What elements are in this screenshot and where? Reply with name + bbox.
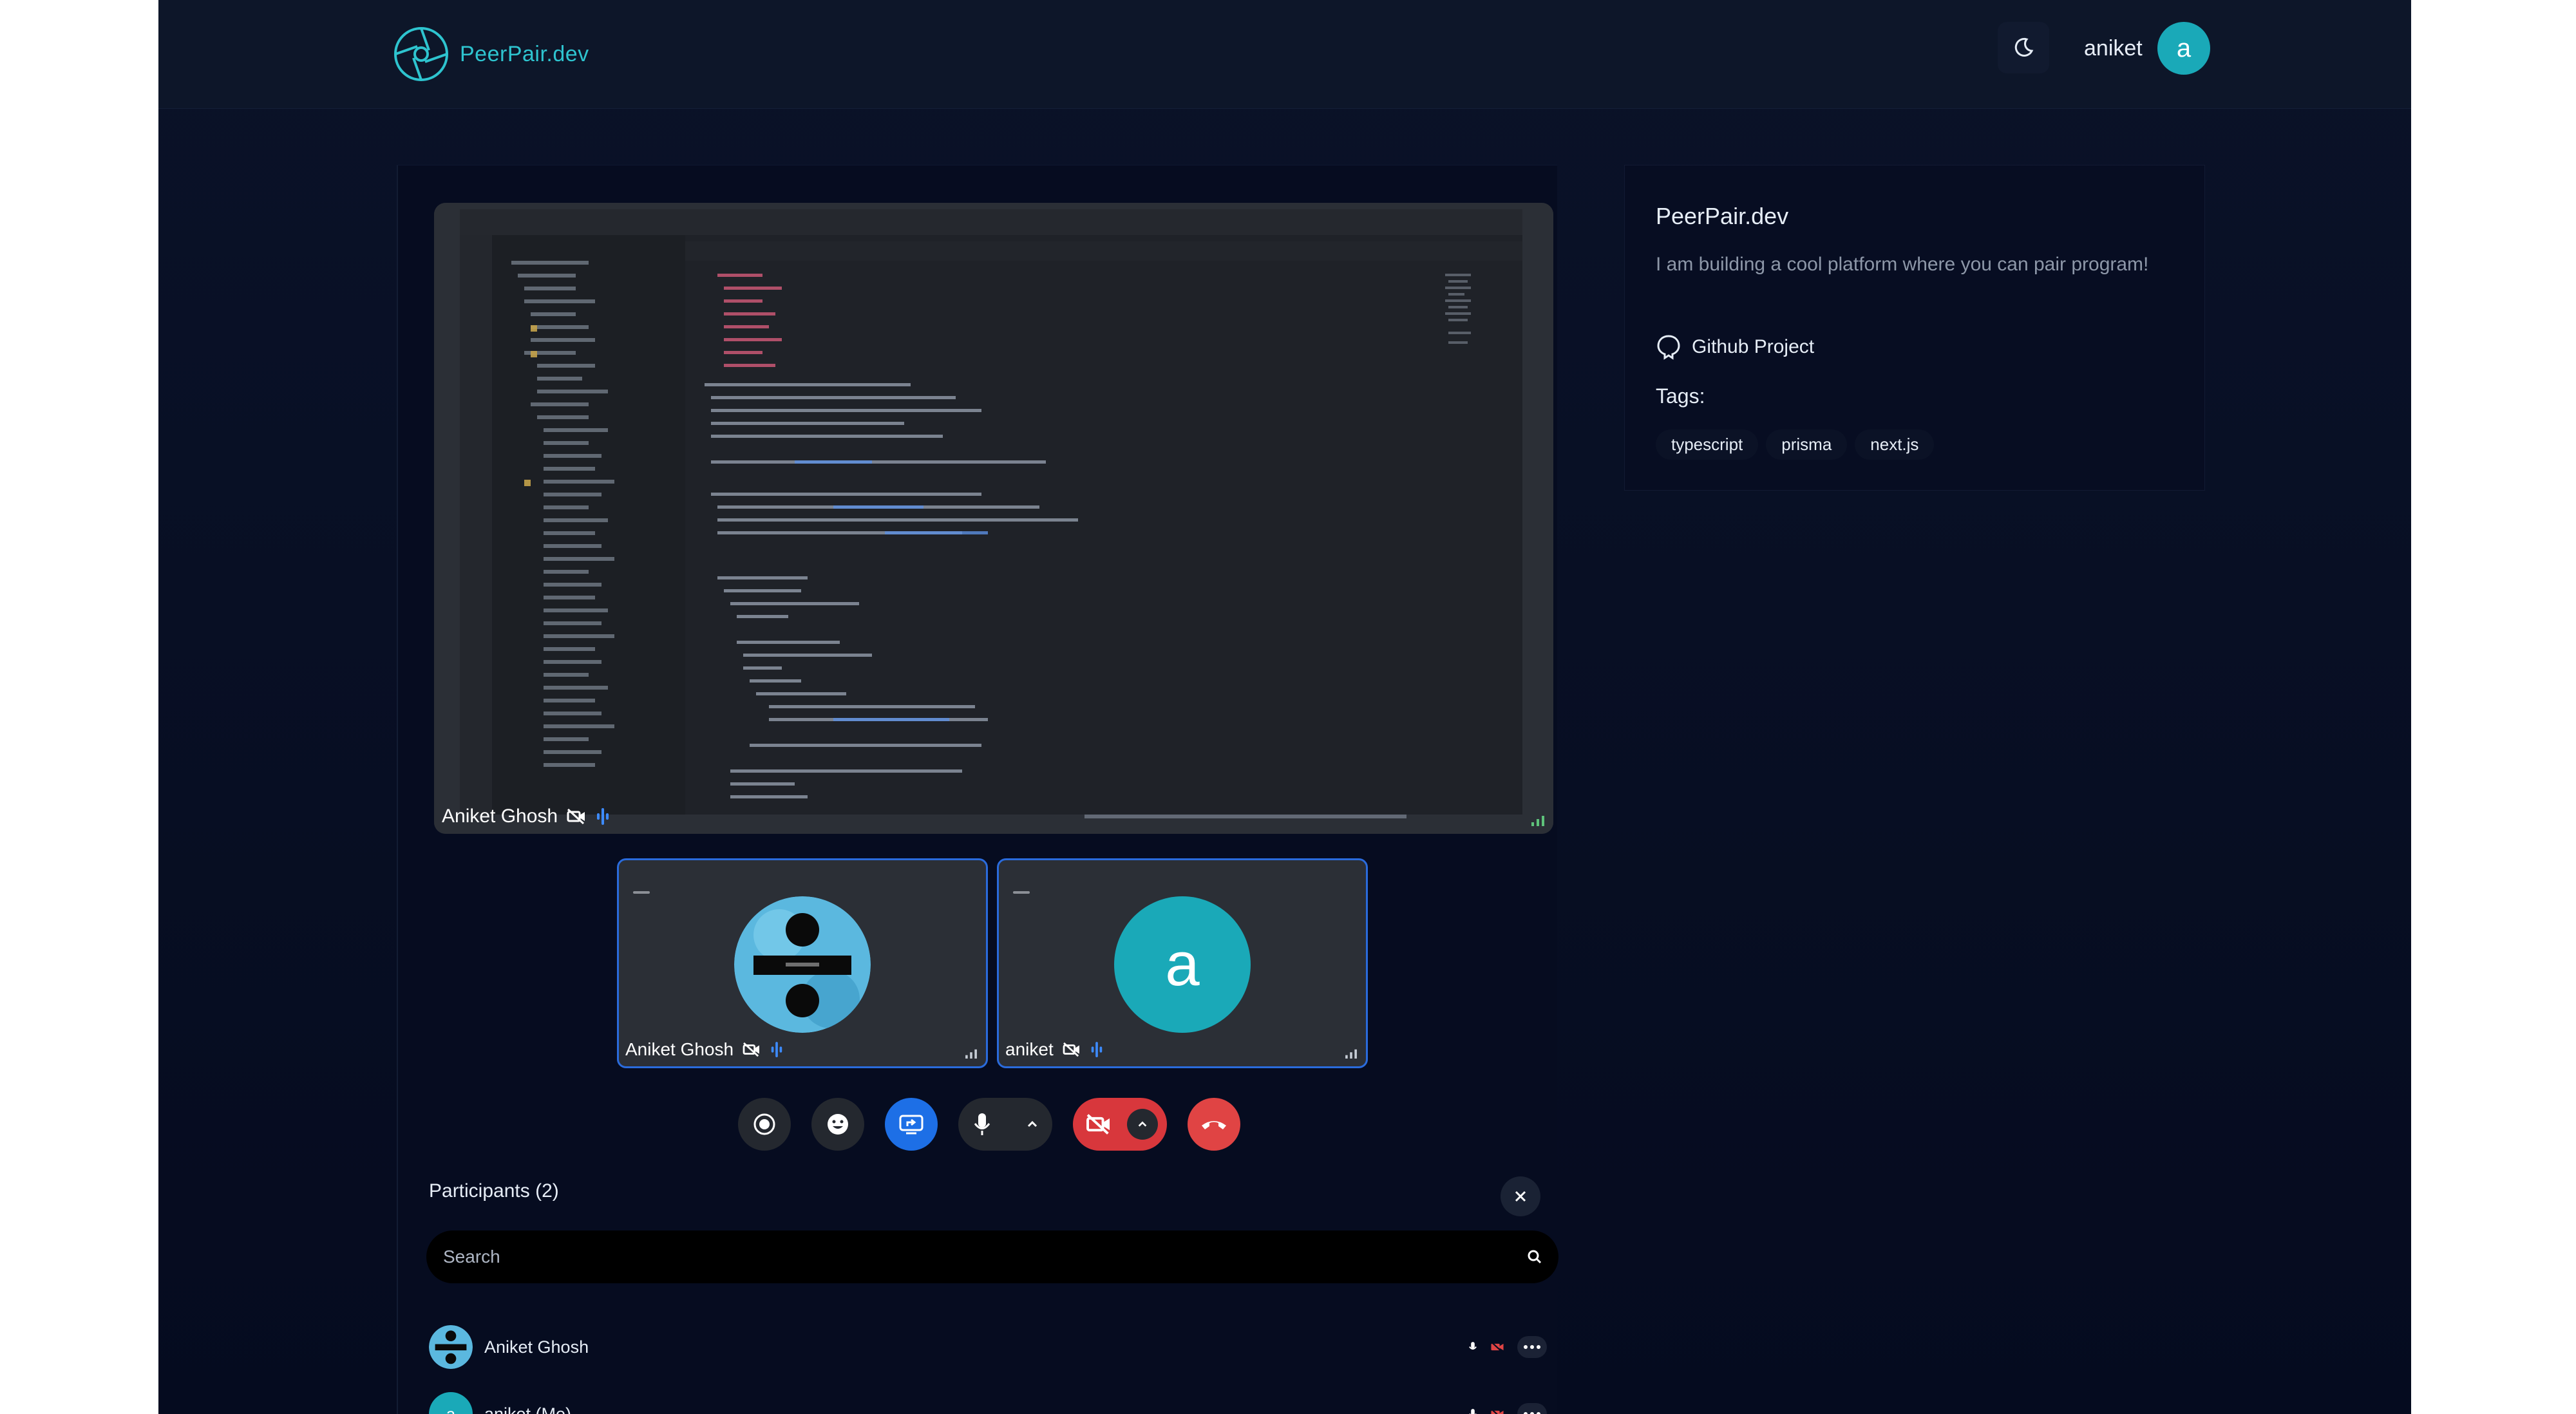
project-title: PeerPair.dev xyxy=(1656,203,1789,229)
participant-name: Aniket Ghosh xyxy=(625,1039,734,1059)
participant-more-button[interactable] xyxy=(1517,1403,1547,1414)
participant-actions xyxy=(1468,1336,1547,1358)
screen-share-video[interactable]: Aniket Ghosh xyxy=(434,203,1553,834)
participant-more-button[interactable] xyxy=(1517,1336,1547,1358)
audio-wave-icon xyxy=(597,808,609,825)
tile-menu-dot xyxy=(633,891,650,894)
github-icon xyxy=(1657,335,1680,360)
microphone-icon xyxy=(1469,1409,1477,1414)
signal-strength-icon xyxy=(1345,1049,1357,1059)
user-avatar[interactable]: a xyxy=(2157,22,2210,75)
signal-strength-icon xyxy=(965,1049,977,1059)
camera-off-icon xyxy=(743,1042,760,1057)
camera-off-icon xyxy=(1086,1114,1110,1135)
participant-list-item[interactable]: Aniket Ghosh xyxy=(429,1324,1552,1370)
camera-options-button[interactable] xyxy=(1127,1109,1158,1140)
moon-icon xyxy=(2014,37,2034,57)
camera-off-icon xyxy=(1490,1408,1504,1414)
tile-label: Aniket Ghosh xyxy=(625,1039,784,1060)
close-participants-button[interactable] xyxy=(1501,1176,1540,1216)
record-button[interactable] xyxy=(738,1098,791,1151)
participant-tiles: Aniket Ghosh a aniket xyxy=(617,858,1368,1068)
chevron-up-icon xyxy=(1138,1121,1147,1127)
participant-tile[interactable]: Aniket Ghosh xyxy=(617,858,988,1068)
tag-badge[interactable]: prisma xyxy=(1766,429,1848,460)
screen-share-label: Aniket Ghosh xyxy=(442,806,611,827)
camera-off-icon xyxy=(1063,1042,1079,1057)
camera-off-icon xyxy=(1490,1341,1504,1353)
microphone-icon xyxy=(1469,1342,1477,1350)
shared-code-editor-image xyxy=(434,203,1553,834)
top-navbar: PeerPair.dev aniket a xyxy=(158,0,2411,109)
project-info-card: PeerPair.dev I am building a cool platfo… xyxy=(1624,165,2205,491)
brand-name: PeerPair.dev xyxy=(460,41,589,66)
more-icon xyxy=(1524,1345,1540,1349)
emoji-icon xyxy=(828,1114,848,1135)
tile-menu-dot xyxy=(1013,891,1030,894)
leave-call-button[interactable] xyxy=(1188,1098,1240,1151)
tag-list: typescript prisma next.js xyxy=(1656,429,1935,460)
participant-avatar xyxy=(429,1325,473,1369)
camera-off-icon xyxy=(567,808,585,825)
github-project-link[interactable]: Github Project xyxy=(1656,334,1814,360)
participant-list-item[interactable]: a aniket (Me) xyxy=(429,1391,1552,1414)
reactions-button[interactable] xyxy=(811,1098,864,1151)
divide-artwork-avatar xyxy=(734,896,871,1033)
participants-heading: Participants (2) xyxy=(429,1180,559,1202)
participant-name: aniket (Me) xyxy=(484,1404,572,1414)
aperture-logo-icon xyxy=(394,27,448,81)
signal-strength-icon xyxy=(1531,816,1544,826)
search-icon[interactable] xyxy=(1526,1249,1543,1265)
participant-name: Aniket Ghosh xyxy=(484,1337,589,1357)
call-controls xyxy=(738,1098,1261,1151)
project-description: I am building a cool platform where you … xyxy=(1656,254,2149,275)
presenter-name: Aniket Ghosh xyxy=(442,806,558,827)
screen-share-icon xyxy=(899,1115,923,1135)
record-icon xyxy=(753,1113,775,1135)
audio-wave-icon xyxy=(1091,1042,1102,1057)
tile-label: aniket xyxy=(1005,1039,1104,1060)
participant-name: aniket xyxy=(1005,1039,1054,1059)
participant-avatar xyxy=(734,896,871,1033)
participant-avatar: a xyxy=(429,1392,473,1414)
close-icon xyxy=(1515,1191,1526,1202)
participant-actions xyxy=(1468,1403,1547,1414)
brand-logo[interactable]: PeerPair.dev xyxy=(392,24,589,84)
screen-share-button[interactable] xyxy=(885,1098,938,1151)
hang-up-icon xyxy=(1202,1121,1226,1129)
participant-tile[interactable]: a aniket xyxy=(997,858,1368,1068)
theme-toggle-button[interactable] xyxy=(1998,22,2049,73)
microphone-button[interactable] xyxy=(958,1098,1052,1151)
camera-toggle-button[interactable] xyxy=(1073,1098,1167,1151)
chevron-up-icon[interactable] xyxy=(1027,1120,1038,1128)
audio-wave-icon xyxy=(771,1042,782,1057)
microphone-icon xyxy=(974,1113,990,1135)
tag-badge[interactable]: next.js xyxy=(1855,429,1935,460)
current-username: aniket xyxy=(2084,36,2143,61)
participant-search xyxy=(426,1230,1558,1283)
participant-avatar: a xyxy=(1114,896,1251,1033)
divide-artwork-avatar xyxy=(429,1325,473,1369)
app-window: PeerPair.dev aniket a Aniket Ghosh Anike… xyxy=(158,0,2411,1414)
tags-label: Tags: xyxy=(1656,384,1705,408)
search-input[interactable] xyxy=(442,1246,1526,1268)
tag-badge[interactable]: typescript xyxy=(1656,429,1759,460)
call-panel: Aniket Ghosh Aniket Ghosh a aniket Parti… xyxy=(397,165,1558,1414)
github-link-label: Github Project xyxy=(1692,336,1815,357)
